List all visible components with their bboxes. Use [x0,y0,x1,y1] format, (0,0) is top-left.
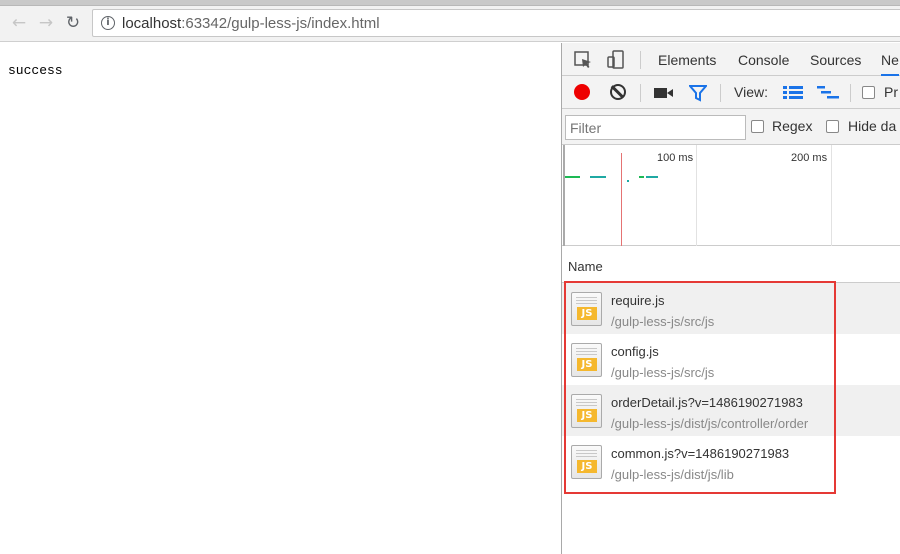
inspect-element-icon[interactable] [573,50,593,70]
timeline-tick-100ms: 100 ms [657,152,694,164]
filter-funnel-icon[interactable] [689,84,707,102]
clear-icon[interactable] [610,84,626,100]
request-path: /gulp-less-js/src/js [611,314,715,329]
request-row[interactable]: JS require.js /gulp-less-js/src/js [562,283,900,334]
name-header-label: Name [568,259,603,274]
devtools-panel: Elements Console Sources Ne View: Pr Fil… [562,43,900,554]
request-row[interactable]: JS common.js?v=1486190271983 /gulp-less-… [562,436,900,487]
address-bar[interactable]: i localhost:63342/gulp-less-js/index.htm… [92,9,900,37]
js-file-icon: JS [571,343,602,377]
page-success-text: success [8,63,63,78]
regex-label: Regex [772,118,813,134]
timeline-gridline [563,145,565,246]
timeline-gridline [831,145,832,246]
device-toolbar-icon[interactable] [606,50,626,70]
tab-network[interactable]: Ne [881,52,899,76]
tab-console[interactable]: Console [738,52,789,68]
back-arrow-icon[interactable]: ← [10,14,28,32]
preserve-log-label: Pr [884,84,898,100]
js-file-icon: JS [571,292,602,326]
reload-icon[interactable]: ↻ [64,14,82,32]
hide-data-urls-checkbox[interactable] [826,120,839,133]
js-file-icon: JS [571,445,602,479]
url-text: localhost:63342/gulp-less-js/index.html [122,15,380,32]
request-path: /gulp-less-js/src/js [611,365,715,380]
tab-sources[interactable]: Sources [810,52,861,68]
timeline-request-bar [646,176,658,178]
request-name: require.js [611,293,665,308]
request-name: orderDetail.js?v=1486190271983 [611,395,803,410]
record-icon[interactable] [574,84,590,100]
waterfall-overview-icon[interactable] [817,85,839,101]
url-path: :63342/gulp-less-js/index.html [181,15,380,32]
devtools-tab-bar: Elements Console Sources Ne [562,43,900,76]
hide-data-urls-label: Hide da [848,118,897,134]
request-name: common.js?v=1486190271983 [611,446,790,461]
request-row[interactable]: JS orderDetail.js?v=1486190271983 /gulp-… [562,385,900,436]
timeline-tick-200ms: 200 ms [791,152,828,164]
toolbar-separator [850,84,851,102]
request-list: JS require.js /gulp-less-js/src/js JS co… [562,283,900,487]
name-column-header[interactable]: Name [562,246,900,283]
request-path: /gulp-less-js/dist/js/lib [611,467,734,482]
timeline-request-bar [627,180,629,182]
filter-bar: Regex Hide da [562,109,900,145]
toolbar-separator [720,84,721,102]
timeline-request-bar [590,176,606,178]
regex-checkbox[interactable] [751,120,764,133]
url-host: localhost [122,15,182,32]
toolbar-separator [640,84,641,102]
network-timeline[interactable]: 100 ms 200 ms [562,145,900,246]
camera-icon[interactable] [654,86,674,100]
page-content: success [0,43,561,554]
timeline-request-bar [565,176,580,178]
timeline-gridline [696,145,697,246]
load-event-marker [621,153,622,246]
info-icon[interactable]: i [101,16,115,30]
request-name: config.js [611,344,659,359]
preserve-log-checkbox[interactable] [862,86,875,99]
tab-separator [640,51,641,69]
request-row[interactable]: JS config.js /gulp-less-js/src/js [562,334,900,385]
filter-input[interactable] [565,115,746,140]
large-rows-icon[interactable] [783,85,803,101]
js-file-icon: JS [571,394,602,428]
request-path: /gulp-less-js/dist/js/controller/order [611,416,809,431]
browser-toolbar: ← → ↻ i localhost:63342/gulp-less-js/ind… [0,6,900,42]
tab-elements[interactable]: Elements [658,52,716,68]
forward-arrow-icon[interactable]: → [37,14,55,32]
network-toolbar: View: Pr [562,76,900,109]
timeline-request-bar [639,176,644,178]
view-label: View: [734,84,768,100]
